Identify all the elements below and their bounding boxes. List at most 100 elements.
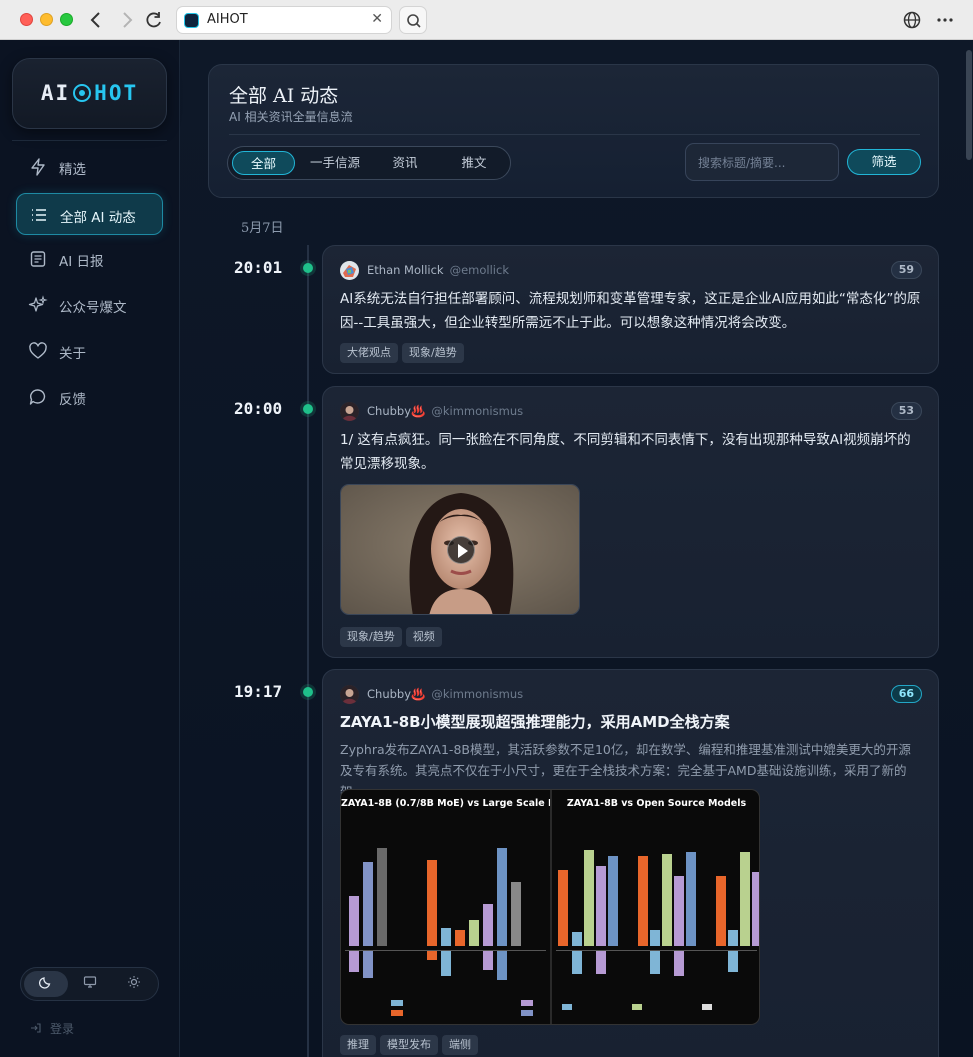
maximize-window-button[interactable] — [60, 13, 73, 26]
logo-text-ai: AI — [40, 81, 71, 105]
login-icon — [31, 1023, 41, 1033]
tag[interactable]: 端侧 — [442, 1035, 478, 1055]
browser-tab[interactable]: AIHOT ✕ — [176, 6, 392, 34]
tab-news[interactable]: 资讯 — [375, 151, 435, 175]
sidebar-item-wechat-hits[interactable]: 公众号爆文 — [16, 284, 163, 326]
item-text: AI系统无法自行担任部署顾问、流程规划师和变革管理专家，这正是企业AI应用如此“… — [340, 291, 921, 331]
feed-item[interactable]: Chubby♨️ @kimmonismus 53 1/ 这有点疯狂。同一张脸在不同… — [322, 386, 939, 658]
tag-list: 现象/趋势 视频 — [340, 625, 446, 647]
feed-item[interactable]: Chubby♨️ @kimmonismus 66 ZAYA1-8B小模型展现超强推… — [322, 669, 939, 1057]
search-input[interactable]: 搜索标题/摘要... — [685, 143, 839, 181]
timeline-dot — [303, 687, 313, 697]
sidebar-item-label: 公众号爆文 — [59, 300, 127, 316]
video-thumbnail[interactable] — [340, 484, 580, 615]
tag[interactable]: 视频 — [405, 627, 442, 647]
item-text: 1/ 这有点疯狂。同一张脸在不同角度、不同剪辑和不同表情下，没有出现那种导致AI… — [340, 432, 911, 472]
timeline-line — [307, 245, 309, 1057]
item-headline[interactable]: ZAYA1-8B小模型展现超强推理能力，采用AMD全栈方案 — [340, 711, 730, 732]
sparkle-icon — [28, 295, 48, 312]
login-link[interactable]: 登录 — [30, 1020, 74, 1037]
close-window-button[interactable] — [20, 13, 33, 26]
forward-icon[interactable] — [115, 8, 139, 32]
author-name: Ethan Mollick @emollick — [367, 263, 509, 277]
minimize-window-button[interactable] — [40, 13, 53, 26]
tag-list: 推理 模型发布 端侧 — [340, 1033, 482, 1055]
page-title: 全部 AI 动态 — [229, 85, 339, 107]
reload-icon[interactable] — [142, 8, 166, 32]
dark-theme-button[interactable] — [24, 971, 68, 997]
avatar — [340, 402, 359, 421]
item-time: 19:17 — [234, 682, 283, 701]
author-handle: @kimmonismus — [431, 404, 524, 418]
sidebar: AI HOT 精选 全部 AI 动态 AI 日报 公众号爆文 关于 反馈 登录 — [0, 40, 180, 1057]
sidebar-item-all-ai-news[interactable]: 全部 AI 动态 — [16, 193, 163, 235]
author-name: Chubby♨️ @kimmonismus — [367, 404, 524, 418]
back-icon[interactable] — [84, 8, 108, 32]
favicon-icon — [184, 13, 199, 28]
sidebar-item-ai-daily[interactable]: AI 日报 — [16, 238, 163, 280]
sidebar-item-feedback[interactable]: 反馈 — [16, 376, 163, 418]
item-time: 20:00 — [234, 399, 283, 418]
more-options-icon[interactable] — [934, 9, 956, 31]
close-tab-icon[interactable]: ✕ — [371, 11, 383, 27]
tab-all[interactable]: 全部 — [232, 151, 295, 175]
light-theme-button[interactable] — [112, 971, 156, 997]
scrollbar[interactable] — [965, 40, 973, 1057]
sidebar-item-featured[interactable]: 精选 — [16, 146, 163, 188]
tag[interactable]: 推理 — [340, 1035, 376, 1055]
tag[interactable]: 现象/趋势 — [402, 343, 464, 363]
tag[interactable]: 模型发布 — [380, 1035, 438, 1055]
list-icon — [32, 209, 46, 221]
browser-toolbar: AIHOT ✕ — [0, 0, 973, 40]
sidebar-item-label: AI 日报 — [59, 254, 104, 270]
tab-title: AIHOT — [207, 12, 248, 27]
author-name: Chubby♨️ @kimmonismus — [367, 687, 524, 701]
moon-icon — [38, 977, 51, 989]
header-divider — [229, 134, 920, 135]
heart-icon — [29, 342, 47, 359]
benchmark-title: ZAYA1-8B vs Open Source Models — [566, 798, 747, 809]
filter-button[interactable]: 筛选 — [847, 149, 921, 175]
score-badge: 66 — [890, 685, 922, 703]
author-handle: @kimmonismus — [431, 687, 524, 701]
score-badge: 53 — [890, 402, 922, 420]
login-label: 登录 — [50, 1022, 75, 1036]
scrollbar-thumb[interactable] — [966, 50, 972, 160]
monitor-icon — [83, 976, 97, 988]
page-subtitle: AI 相关资讯全量信息流 — [229, 110, 353, 124]
tab-tweets[interactable]: 推文 — [442, 151, 506, 175]
tab-primary-sources[interactable]: 一手信源 — [299, 151, 371, 175]
app-root: AI HOT 精选 全部 AI 动态 AI 日报 公众号爆文 关于 反馈 登录 … — [0, 40, 973, 1057]
sidebar-divider — [12, 140, 167, 141]
date-label: 5月7日 — [241, 221, 284, 236]
system-theme-button[interactable] — [68, 971, 112, 997]
benchmark-panel-left: ZAYA1-8B (0.7/8B MoE) vs Large Scale Mod… — [341, 790, 550, 1024]
lightning-icon — [31, 158, 45, 176]
tag[interactable]: 大佬观点 — [340, 343, 398, 363]
logo[interactable]: AI HOT — [12, 58, 167, 129]
logo-target-icon — [73, 84, 92, 102]
logo-text-hot: HOT — [94, 81, 139, 105]
document-icon — [30, 251, 46, 267]
theme-switcher — [20, 967, 159, 1001]
source-filter-tabs: 全部 一手信源 资讯 推文 — [227, 146, 511, 180]
tab-search-icon[interactable] — [399, 6, 427, 34]
avatar — [340, 261, 359, 280]
globe-icon[interactable] — [901, 9, 923, 31]
feed-item[interactable]: Ethan Mollick @emollick 59 AI系统无法自行担任部署顾问… — [322, 245, 939, 374]
score-badge: 59 — [890, 261, 922, 279]
sidebar-item-about[interactable]: 关于 — [16, 330, 163, 372]
tag[interactable]: 现象/趋势 — [340, 627, 402, 647]
benchmark-panel-right: ZAYA1-8B vs Open Source Models — [552, 790, 759, 1024]
timeline-dot — [303, 404, 313, 414]
sidebar-item-label: 关于 — [59, 346, 86, 362]
author-handle: @emollick — [449, 263, 509, 277]
play-button-icon[interactable] — [447, 536, 475, 564]
tag-list: 大佬观点 现象/趋势 — [340, 341, 468, 363]
benchmark-image[interactable]: ZAYA1-8B (0.7/8B MoE) vs Large Scale Mod… — [340, 789, 760, 1025]
sun-icon — [128, 976, 140, 988]
sidebar-item-label: 精选 — [59, 162, 86, 178]
feed-header: 全部 AI 动态 AI 相关资讯全量信息流 全部 一手信源 资讯 推文 搜索标题… — [208, 64, 939, 198]
sidebar-item-label: 反馈 — [59, 392, 86, 408]
avatar — [340, 685, 359, 704]
